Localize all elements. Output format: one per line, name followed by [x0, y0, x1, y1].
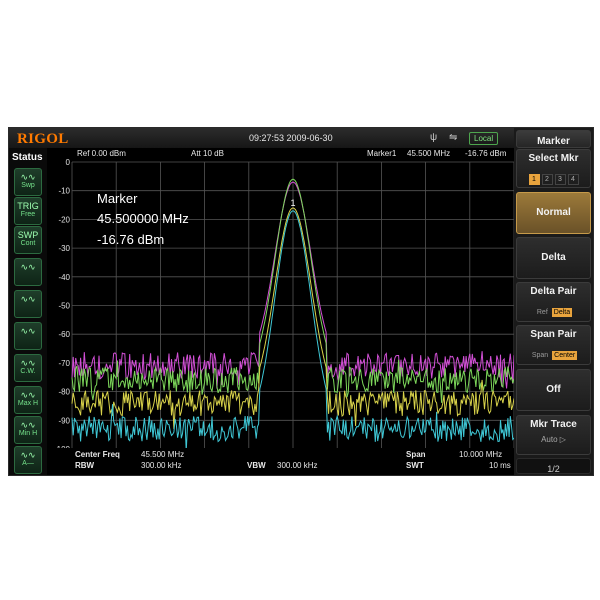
menu-title: Marker	[516, 130, 591, 148]
mkr-3-option[interactable]: 3	[554, 174, 566, 185]
status-minhold-button[interactable]: ∿∿ Min H	[14, 416, 42, 444]
wave-icon: ∿∿	[20, 450, 36, 460]
status-title: Status	[12, 152, 43, 163]
swt-value: 10 ms	[489, 461, 511, 470]
delta-key[interactable]: Delta	[516, 237, 591, 279]
mkr-trace-key[interactable]: Mkr Trace Auto ▷	[516, 415, 591, 455]
off-key[interactable]: Off	[516, 369, 591, 411]
mkr-2-option[interactable]: 2	[541, 174, 553, 185]
span-option[interactable]: Span	[530, 351, 550, 360]
spectrum-plot: 0-10-20-30-40-50-60-70-80-90-100 1 Marke…	[54, 158, 514, 448]
y-tick-labels: 0-10-20-30-40-50-60-70-80-90-100	[54, 158, 71, 448]
y-tick-label: -60	[58, 330, 70, 339]
rigol-logo: RIGOL	[17, 131, 69, 147]
span-pair-key[interactable]: Span Pair Span Center	[516, 325, 591, 365]
status-trigger-button[interactable]: TRIG Free	[14, 197, 42, 225]
delta-option[interactable]: Delta	[551, 308, 573, 317]
wave-icon: ∿∿	[20, 294, 36, 304]
vbw-label: VBW	[247, 461, 266, 470]
status-trace-button-1[interactable]: ∿∿	[14, 258, 42, 286]
mkr-1-option[interactable]: 1	[528, 174, 540, 185]
usb-icon: ⇋	[449, 132, 458, 143]
mkr-4-option[interactable]: 4	[567, 174, 579, 185]
y-tick-label: -10	[58, 187, 70, 196]
local-button[interactable]: Local	[469, 132, 499, 145]
y-tick-label: -40	[58, 273, 70, 282]
status-avg-button[interactable]: ∿∿ A—	[14, 446, 42, 474]
marker-readout-freq: 45.500000 MHz	[97, 211, 189, 226]
wave-icon: ∿∿	[20, 326, 36, 336]
span-label: Span	[406, 450, 426, 459]
status-trace-button-2[interactable]: ∿∿	[14, 290, 42, 318]
y-tick-label: -30	[58, 244, 70, 253]
swt-label: SWT	[406, 461, 424, 470]
status-sweep-mode-button[interactable]: SWP Cont	[14, 226, 42, 254]
marker-number: 1	[290, 198, 295, 208]
delta-pair-key[interactable]: Delta Pair Ref Delta	[516, 282, 591, 322]
rbw-value: 300.00 kHz	[141, 461, 182, 470]
top-bar: RIGOL 09:27:53 2009-06-30 ψ ⇋ Local	[9, 128, 514, 148]
wave-icon: ∿∿	[20, 390, 36, 400]
wave-icon: ∿∿	[20, 262, 36, 272]
status-sweep-button[interactable]: ∿∿ Swp	[14, 168, 42, 196]
normal-key[interactable]: Normal	[516, 192, 591, 234]
y-tick-label: -50	[58, 302, 70, 311]
y-tick-label: -20	[58, 215, 70, 224]
status-cw-button[interactable]: ∿∿ C.W.	[14, 354, 42, 382]
ref-option[interactable]: Ref	[535, 308, 550, 317]
center-option[interactable]: Center	[552, 351, 578, 360]
status-trace-button-3[interactable]: ∿∿	[14, 322, 42, 350]
center-freq-value: 45.500 MHz	[141, 450, 185, 459]
vbw-value: 300.00 kHz	[277, 461, 318, 470]
antenna-icon: ψ	[430, 132, 438, 143]
analyzer-screen: RIGOL 09:27:53 2009-06-30 ψ ⇋ Local Stat…	[8, 127, 594, 476]
center-freq-label: Center Freq	[75, 450, 120, 459]
datetime-readout: 09:27:53 2009-06-30	[249, 133, 333, 143]
marker-readout-title: Marker	[97, 191, 138, 206]
bottom-bar: Center Freq 45.500 MHz Span 10.000 MHz R…	[69, 448, 514, 474]
y-tick-label: -80	[58, 388, 70, 397]
y-tick-label: -90	[58, 416, 70, 425]
status-maxhold-button[interactable]: ∿∿ Max H	[14, 386, 42, 414]
mkr-trace-value: Auto	[541, 435, 558, 444]
softkey-panel: Marker Select Mkr 1234 Normal Delta Delt…	[514, 128, 593, 475]
wave-icon: ∿∿	[20, 420, 36, 430]
span-value: 10.000 MHz	[459, 450, 503, 459]
wave-icon: ∿∿	[20, 172, 36, 182]
marker-readout-level: -16.76 dBm	[97, 232, 164, 247]
triangle-right-icon: ▷	[559, 435, 566, 444]
status-column: Status ∿∿ Swp TRIG Free SWP Cont ∿∿ ∿∿ ∿∿ ∿…	[9, 148, 47, 475]
wave-icon: ∿∿	[20, 358, 36, 368]
y-tick-label: 0	[66, 158, 71, 167]
select-mkr-key[interactable]: Select Mkr 1234	[516, 149, 591, 188]
y-tick-label: -70	[58, 359, 70, 368]
rbw-label: RBW	[75, 461, 95, 470]
page-indicator[interactable]: 1/2	[516, 458, 591, 474]
